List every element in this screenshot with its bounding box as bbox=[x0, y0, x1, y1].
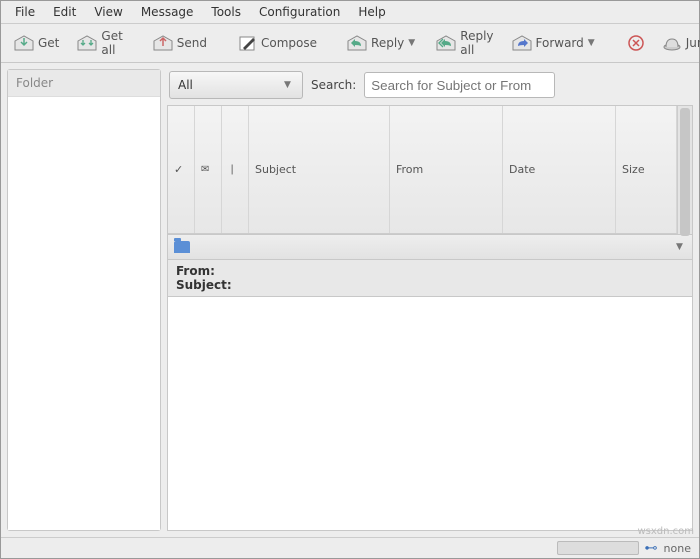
path-bar: ▼ bbox=[167, 235, 693, 260]
menu-file[interactable]: File bbox=[7, 3, 43, 21]
toolbar: Get Get all Send Compose Reply ▼ Reply a… bbox=[1, 24, 699, 63]
menu-edit[interactable]: Edit bbox=[45, 3, 84, 21]
replyall-label: Reply all bbox=[460, 29, 493, 57]
status-bar: ⊷ none bbox=[1, 537, 699, 558]
from-label: From: bbox=[176, 264, 215, 278]
menu-configuration[interactable]: Configuration bbox=[251, 3, 348, 21]
menubar: File Edit View Message Tools Configurati… bbox=[1, 1, 699, 24]
compose-icon bbox=[237, 34, 257, 52]
network-icon[interactable]: ⊷ bbox=[645, 541, 658, 556]
search-row: All ▼ Search: bbox=[167, 69, 693, 105]
send-button[interactable]: Send bbox=[146, 24, 214, 62]
col-status[interactable]: ✉ bbox=[195, 106, 222, 233]
search-input[interactable] bbox=[364, 72, 555, 98]
getall-button[interactable]: Get all bbox=[70, 24, 129, 62]
chevron-down-icon[interactable]: ▼ bbox=[588, 38, 598, 48]
message-list[interactable]: ✓ ✉ ❘ Subject From Date Size bbox=[167, 105, 693, 235]
col-from[interactable]: From bbox=[390, 106, 503, 233]
compose-button[interactable]: Compose bbox=[230, 24, 324, 62]
col-mark[interactable]: ✓ bbox=[168, 106, 195, 233]
col-subject[interactable]: Subject bbox=[249, 106, 390, 233]
getall-label: Get all bbox=[101, 29, 122, 57]
menu-help[interactable]: Help bbox=[350, 3, 393, 21]
main-pane: All ▼ Search: ✓ ✉ ❘ Subject From Date Si… bbox=[167, 69, 693, 531]
delete-button[interactable] bbox=[621, 24, 651, 62]
forward-button[interactable]: Forward ▼ bbox=[505, 24, 605, 62]
envelope-icon: ✉ bbox=[201, 164, 209, 175]
scrollbar[interactable] bbox=[677, 106, 692, 234]
reply-all-icon bbox=[436, 34, 456, 52]
watermark: wsxdn.com bbox=[637, 526, 694, 537]
chevron-down-icon: ▼ bbox=[284, 80, 294, 90]
menu-view[interactable]: View bbox=[86, 3, 130, 21]
content-area: Folder All ▼ Search: ✓ ✉ ❘ Subject bbox=[1, 63, 699, 537]
network-status: none bbox=[664, 542, 691, 555]
menu-message[interactable]: Message bbox=[133, 3, 202, 21]
column-headers: ✓ ✉ ❘ Subject From Date Size bbox=[168, 106, 677, 234]
chevron-down-icon[interactable]: ▼ bbox=[676, 242, 686, 252]
sidebar-title: Folder bbox=[8, 70, 160, 97]
col-date[interactable]: Date bbox=[503, 106, 616, 233]
reply-button[interactable]: Reply ▼ bbox=[340, 24, 425, 62]
progress-bar bbox=[557, 541, 639, 555]
replyall-button[interactable]: Reply all bbox=[429, 24, 500, 62]
col-size[interactable]: Size bbox=[616, 106, 677, 233]
message-body[interactable] bbox=[167, 297, 693, 531]
send-icon bbox=[153, 34, 173, 52]
folder-sidebar: Folder bbox=[7, 69, 161, 531]
filter-value: All bbox=[178, 78, 193, 92]
junk-icon bbox=[662, 34, 682, 52]
chevron-down-icon[interactable]: ▼ bbox=[408, 38, 418, 48]
menu-tools[interactable]: Tools bbox=[203, 3, 249, 21]
mail-client-window: File Edit View Message Tools Configurati… bbox=[0, 0, 700, 559]
junk-button[interactable]: Junk bbox=[655, 24, 700, 62]
send-label: Send bbox=[177, 36, 207, 50]
inbox-all-icon bbox=[77, 34, 97, 52]
flag-icon: ❘ bbox=[228, 164, 236, 175]
junk-label: Junk bbox=[686, 36, 700, 50]
search-label: Search: bbox=[311, 78, 356, 92]
inbox-down-icon bbox=[14, 34, 34, 52]
filter-combo[interactable]: All ▼ bbox=[169, 71, 303, 99]
get-button[interactable]: Get bbox=[7, 24, 66, 62]
forward-label: Forward bbox=[536, 36, 584, 50]
forward-icon bbox=[512, 34, 532, 52]
compose-label: Compose bbox=[261, 36, 317, 50]
subject-label: Subject: bbox=[176, 278, 232, 292]
folder-tree[interactable] bbox=[8, 97, 160, 530]
message-header: From: Subject: bbox=[167, 260, 693, 297]
reply-icon bbox=[347, 34, 367, 52]
folder-icon[interactable] bbox=[174, 241, 190, 253]
reply-label: Reply bbox=[371, 36, 404, 50]
delete-icon bbox=[626, 34, 646, 52]
get-label: Get bbox=[38, 36, 59, 50]
col-attach[interactable]: ❘ bbox=[222, 106, 249, 233]
